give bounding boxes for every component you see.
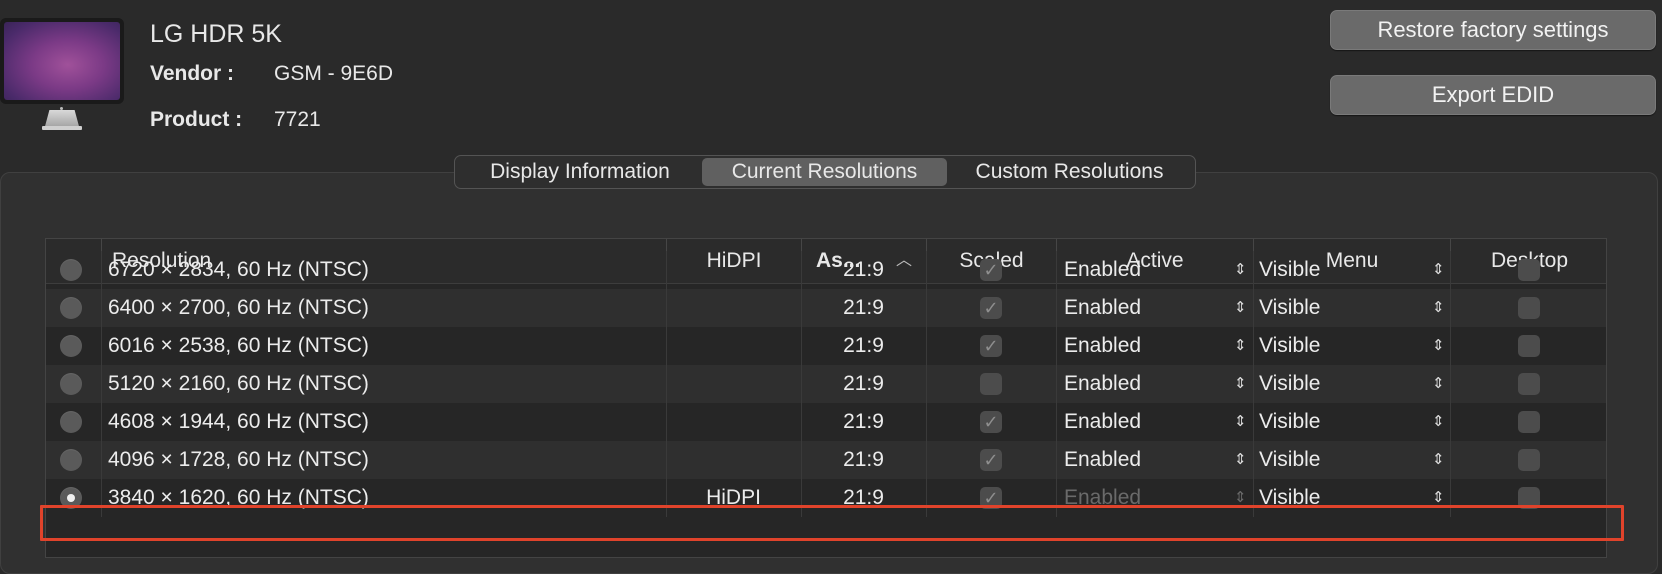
resolution-cell: 4608 × 1944, 60 Hz (NTSC) (108, 410, 369, 433)
resolution-cell: 6400 × 2700, 60 Hz (NTSC) (108, 296, 369, 319)
popup-arrows-icon: ⇕ (1432, 261, 1445, 278)
desktop-checkbox[interactable] (1518, 373, 1540, 395)
desktop-checkbox[interactable] (1518, 259, 1540, 281)
vendor-label: Vendor : (150, 62, 235, 85)
active-popup[interactable]: Enabled (1064, 365, 1141, 403)
selected-row-highlight (40, 505, 1624, 541)
scaled-checkbox[interactable]: ✓ (980, 411, 1002, 433)
menu-popup[interactable]: Visible (1259, 289, 1320, 327)
table-row[interactable]: 4608 × 1944, 60 Hz (NTSC) 21:9 ✓ Enabled ⇕ Vi… (46, 403, 1606, 441)
export-edid-button[interactable]: Export EDID (1330, 75, 1656, 115)
table-row[interactable]: 5120 × 2160, 60 Hz (NTSC) 21:9 Enabled ⇕ Vis… (46, 365, 1606, 403)
active-popup[interactable]: Enabled (1064, 289, 1141, 327)
resolution-cell: 6016 × 2538, 60 Hz (NTSC) (108, 334, 369, 357)
desktop-checkbox[interactable] (1518, 335, 1540, 357)
aspect-cell: 21:9 (843, 258, 884, 281)
desktop-checkbox[interactable] (1518, 297, 1540, 319)
table-row[interactable]: 6720 × 2834, 60 Hz (NTSC) 21:9 ✓ Enabled ⇕ Vi… (46, 251, 1606, 289)
active-popup[interactable]: Enabled (1064, 403, 1141, 441)
menu-popup[interactable]: Visible (1259, 327, 1320, 365)
menu-popup[interactable]: Visible (1259, 403, 1320, 441)
popup-arrows-icon: ⇕ (1432, 299, 1445, 316)
product-label: Product : (150, 108, 243, 131)
row-select-radio[interactable] (60, 411, 82, 433)
display-icon (0, 18, 126, 130)
active-popup[interactable]: Enabled (1064, 327, 1141, 365)
resolution-cell: 6720 × 2834, 60 Hz (NTSC) (108, 258, 369, 281)
popup-arrows-icon: ⇕ (1432, 375, 1445, 392)
scaled-checkbox[interactable]: ✓ (980, 335, 1002, 357)
hidpi-cell (666, 327, 801, 365)
table-row[interactable]: 6400 × 2700, 60 Hz (NTSC) 21:9 ✓ Enabled ⇕ Vi… (46, 289, 1606, 327)
popup-arrows-icon: ⇕ (1432, 337, 1445, 354)
aspect-cell: 21:9 (843, 448, 884, 471)
popup-arrows-icon: ⇕ (1234, 413, 1247, 430)
tab-display-information[interactable]: Display Information (458, 158, 702, 186)
aspect-cell: 21:9 (843, 410, 884, 433)
table-row[interactable]: 4096 × 1728, 60 Hz (NTSC) 21:9 ✓ Enabled ⇕ Vi… (46, 441, 1606, 479)
resolution-cell: 4096 × 1728, 60 Hz (NTSC) (108, 448, 369, 471)
hidpi-cell (666, 441, 801, 479)
popup-arrows-icon: ⇕ (1234, 261, 1247, 278)
hidpi-cell (666, 403, 801, 441)
popup-arrows-icon: ⇕ (1234, 451, 1247, 468)
product-value: 7721 (274, 108, 321, 131)
resolution-cell: 5120 × 2160, 60 Hz (NTSC) (108, 372, 369, 395)
vendor-value: GSM - 9E6D (274, 62, 394, 85)
row-select-radio[interactable] (60, 297, 82, 319)
active-popup[interactable]: Enabled (1064, 441, 1141, 479)
scaled-checkbox[interactable]: ✓ (980, 259, 1002, 281)
row-select-radio[interactable] (60, 449, 82, 471)
tab-current-resolutions[interactable]: Current Resolutions (702, 158, 947, 186)
aspect-cell: 21:9 (843, 372, 884, 395)
active-popup[interactable]: Enabled (1064, 251, 1141, 289)
desktop-checkbox[interactable] (1518, 411, 1540, 433)
hidpi-cell (666, 365, 801, 403)
row-select-radio[interactable] (60, 373, 82, 395)
popup-arrows-icon: ⇕ (1234, 299, 1247, 316)
popup-arrows-icon: ⇕ (1234, 375, 1247, 392)
menu-popup[interactable]: Visible (1259, 441, 1320, 479)
tab-bar: Display Information Current Resolutions … (454, 155, 1196, 189)
aspect-cell: 21:9 (843, 296, 884, 319)
display-name: LG HDR 5K (150, 20, 282, 48)
tab-custom-resolutions[interactable]: Custom Resolutions (947, 158, 1192, 186)
scaled-checkbox[interactable] (980, 373, 1002, 395)
table-row[interactable]: 6016 × 2538, 60 Hz (NTSC) 21:9 ✓ Enabled ⇕ Vi… (46, 327, 1606, 365)
menu-popup[interactable]: Visible (1259, 251, 1320, 289)
row-select-radio[interactable] (60, 259, 82, 281)
hidpi-cell (666, 251, 801, 289)
popup-arrows-icon: ⇕ (1432, 451, 1445, 468)
restore-factory-settings-button[interactable]: Restore factory settings (1330, 10, 1656, 50)
menu-popup[interactable]: Visible (1259, 365, 1320, 403)
scaled-checkbox[interactable]: ✓ (980, 297, 1002, 319)
desktop-checkbox[interactable] (1518, 449, 1540, 471)
row-select-radio[interactable] (60, 335, 82, 357)
hidpi-cell (666, 289, 801, 327)
popup-arrows-icon: ⇕ (1432, 413, 1445, 430)
scaled-checkbox[interactable]: ✓ (980, 449, 1002, 471)
aspect-cell: 21:9 (843, 334, 884, 357)
popup-arrows-icon: ⇕ (1234, 337, 1247, 354)
